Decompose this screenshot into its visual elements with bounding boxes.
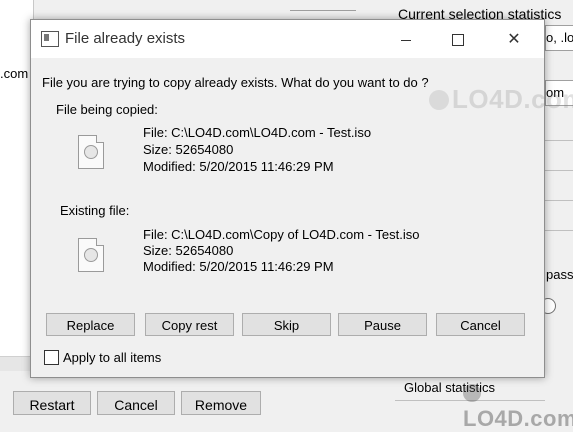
divider — [545, 200, 573, 201]
minimize-icon[interactable] — [383, 20, 429, 58]
file-icon — [78, 135, 104, 169]
existing-file-path: File: C:\LO4D.com\Copy of LO4D.com - Tes… — [143, 227, 420, 242]
divider — [290, 10, 356, 11]
dialog-title: File already exists — [65, 30, 186, 47]
dialog-titlebar[interactable]: File already exists ✕ — [31, 20, 544, 58]
file-list-panel[interactable]: .com — [0, 0, 34, 360]
divider — [545, 170, 573, 171]
source-file-modified: Modified: 5/20/2015 11:46:29 PM — [143, 159, 334, 174]
restart-button[interactable]: Restart — [13, 391, 91, 415]
file-icon — [78, 238, 104, 272]
source-file-size: Size: 52654080 — [143, 142, 234, 157]
file-exists-dialog: File already exists ✕ LO4D.com File you … — [30, 19, 573, 378]
pass-label: pass: — [546, 267, 573, 282]
source-file-path: File: C:\LO4D.com\LO4D.com - Test.iso — [143, 125, 372, 140]
pause-button[interactable]: Pause — [338, 313, 427, 336]
cancel-button[interactable]: Cancel — [436, 313, 525, 336]
divider — [545, 230, 573, 231]
remove-button[interactable]: Remove — [181, 391, 261, 415]
skip-button[interactable]: Skip — [242, 313, 331, 336]
replace-button[interactable]: Replace — [46, 313, 135, 336]
apply-to-all-checkbox[interactable] — [44, 350, 59, 365]
dialog-question: File you are trying to copy already exis… — [42, 75, 429, 90]
horizontal-scrollbar[interactable] — [0, 356, 33, 371]
maximize-icon[interactable] — [435, 20, 481, 58]
existing-file-modified: Modified: 5/20/2015 11:46:29 PM — [143, 259, 334, 274]
close-icon[interactable]: ✕ — [491, 20, 537, 58]
watermark: LO4D.com — [463, 380, 573, 431]
watermark-logo-icon — [429, 90, 449, 110]
watermark: LO4D.com — [429, 84, 573, 115]
apply-to-all-label[interactable]: Apply to all items — [63, 350, 161, 365]
app-icon — [41, 31, 59, 47]
copy-rest-button[interactable]: Copy rest — [145, 313, 234, 336]
existing-file-label: Existing file: — [60, 203, 130, 218]
cancel-button[interactable]: Cancel — [97, 391, 175, 415]
divider — [545, 140, 573, 141]
source-file-label: File being copied: — [56, 102, 158, 117]
existing-file-size: Size: 52654080 — [143, 243, 234, 258]
file-list-item[interactable]: .com — [0, 66, 28, 81]
statistics-field[interactable]: o, .lo — [545, 25, 573, 51]
watermark-logo-icon — [463, 384, 481, 402]
